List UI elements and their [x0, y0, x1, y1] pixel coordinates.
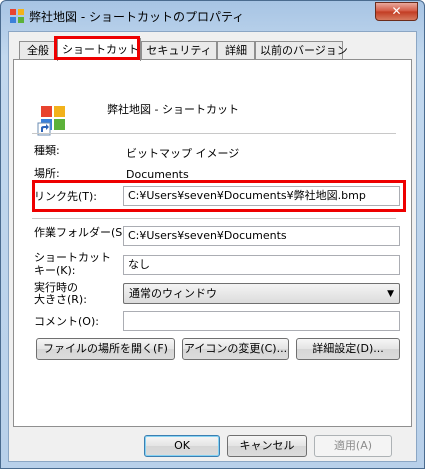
- dialog-client: 全般 ショートカット セキュリティ 詳細 以前のバージョン 弊社地図 - ショー…: [8, 31, 417, 462]
- hotkey-input[interactable]: なし: [123, 255, 400, 275]
- location-value: Documents: [126, 168, 189, 181]
- location-label: 場所:: [34, 167, 60, 180]
- shortcut-panel: 弊社地図 - ショートカット 種類: ビットマップ イメージ 場所: Docum…: [13, 59, 412, 427]
- tab-general[interactable]: 全般: [19, 41, 57, 60]
- workdir-label: 作業フォルダー(S):: [34, 226, 131, 239]
- divider: [32, 218, 396, 219]
- run-size-value: 通常のウィンドウ: [129, 287, 217, 300]
- ok-button[interactable]: OK: [144, 435, 220, 457]
- workdir-input[interactable]: C:¥Users¥seven¥Documents: [123, 226, 400, 246]
- window-title: 弊社地図 - ショートカットのプロパティ: [29, 10, 245, 24]
- run-size-label-line2: 大きさ(R):: [34, 293, 87, 306]
- hotkey-label-line2: キー(K):: [34, 264, 76, 277]
- dropdown-arrow-icon: ▼: [387, 289, 394, 299]
- tab-previous-versions[interactable]: 以前のバージョン: [255, 41, 348, 60]
- shortcut-app-icon: [10, 9, 24, 23]
- tab-shortcut[interactable]: ショートカット: [57, 38, 141, 61]
- apply-button[interactable]: 適用(A): [314, 435, 392, 457]
- title-bar[interactable]: 弊社地図 - ショートカットのプロパティ ✕: [1, 1, 424, 31]
- tab-details[interactable]: 詳細: [217, 41, 255, 60]
- bitmap-shortcut-icon: [37, 106, 65, 136]
- cancel-button[interactable]: キャンセル: [227, 435, 307, 457]
- properties-window: 弊社地図 - ショートカットのプロパティ ✕ 全般 ショートカット セキュリティ…: [0, 0, 425, 469]
- close-button[interactable]: ✕: [375, 2, 418, 21]
- run-size-select[interactable]: 通常のウィンドウ ▼: [123, 283, 400, 304]
- shortcut-name: 弊社地図 - ショートカット: [107, 103, 239, 116]
- hotkey-label-line1: ショートカット: [34, 251, 111, 264]
- advanced-settings-button[interactable]: 詳細設定(D)...: [296, 338, 400, 360]
- comment-label: コメント(O):: [34, 315, 99, 328]
- type-label: 種類:: [34, 144, 60, 157]
- divider: [32, 133, 396, 134]
- tab-security[interactable]: セキュリティ: [141, 41, 217, 60]
- type-value: ビットマップ イメージ: [126, 147, 240, 160]
- target-input[interactable]: C:¥Users¥seven¥Documents¥弊社地図.bmp: [123, 186, 400, 206]
- open-file-location-button[interactable]: ファイルの場所を開く(F): [36, 338, 175, 360]
- target-label: リンク先(T):: [34, 190, 98, 203]
- change-icon-button[interactable]: アイコンの変更(C)...: [182, 338, 289, 360]
- comment-input[interactable]: [123, 311, 400, 331]
